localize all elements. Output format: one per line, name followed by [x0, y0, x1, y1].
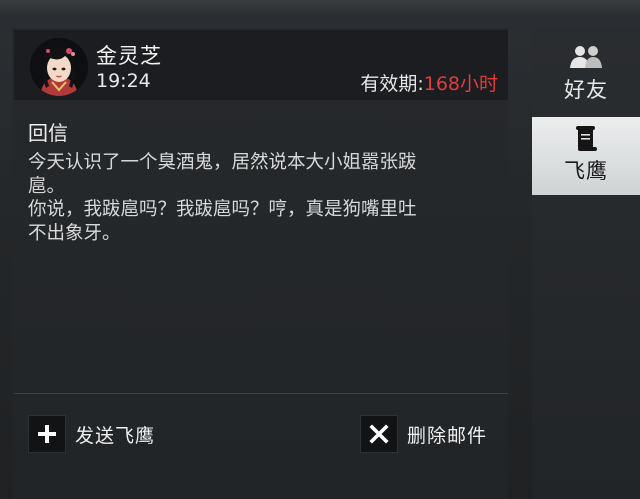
- tab-flyhawk[interactable]: 飞鹰: [532, 117, 640, 195]
- validity-label: 有效期:: [360, 73, 424, 95]
- footer-divider: [14, 393, 508, 394]
- validity-info: 有效期:168小时: [360, 69, 498, 96]
- plus-icon-box: [28, 415, 66, 453]
- delete-mail-button[interactable]: 删除邮件: [360, 415, 487, 453]
- send-flyhawk-button[interactable]: 发送飞鹰: [28, 415, 155, 453]
- tab-friends[interactable]: 好友: [532, 36, 640, 108]
- sender-name: 金灵芝: [96, 44, 162, 68]
- top-edge-strip: [0, 0, 640, 16]
- scroll-icon: [576, 126, 597, 151]
- validity-hours: 168小时: [423, 73, 498, 95]
- tab-flyhawk-label: 飞鹰: [564, 159, 608, 183]
- close-icon: [369, 424, 389, 444]
- mail-body: 今天认识了一个臭酒鬼，居然说本大小姐嚣张跋 扈。 你说，我跋扈吗？我跋扈吗？哼，…: [28, 152, 417, 244]
- close-icon-box: [360, 415, 398, 453]
- send-flyhawk-label: 发送飞鹰: [75, 424, 156, 447]
- sender-avatar: [30, 38, 88, 96]
- send-time: 19:24: [96, 70, 151, 92]
- friends-icon: [570, 46, 602, 68]
- plus-icon: [38, 425, 56, 443]
- delete-mail-label: 删除邮件: [407, 424, 488, 447]
- avatar-portrait-icon: [30, 38, 88, 96]
- mail-subject: 回信: [28, 121, 68, 145]
- tab-friends-label: 好友: [564, 78, 608, 102]
